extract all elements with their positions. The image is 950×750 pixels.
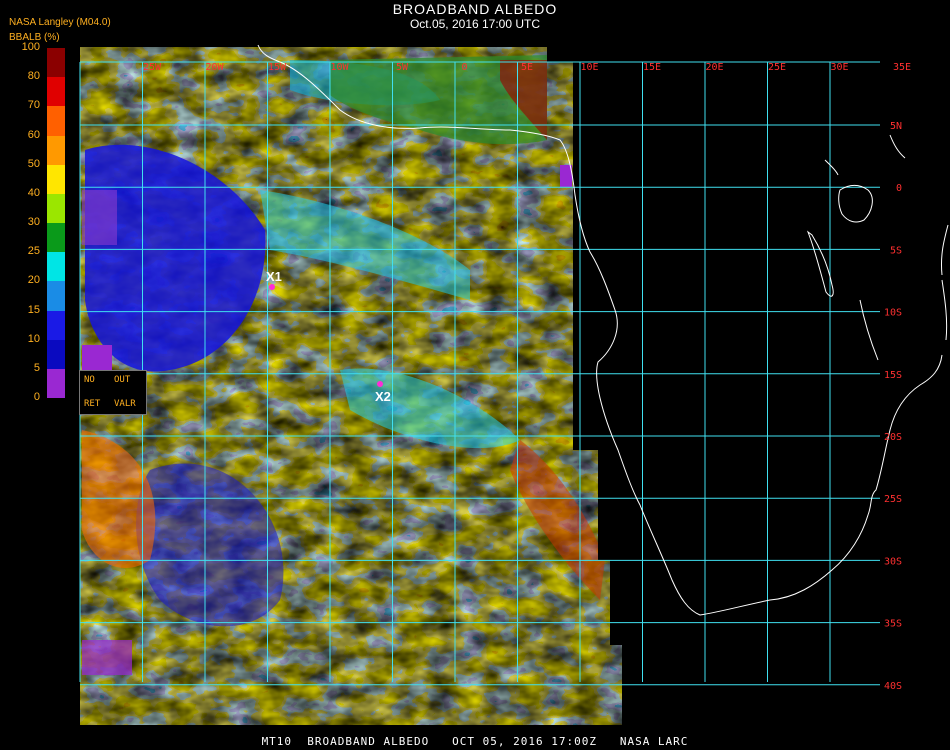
page-subtitle: Oct.05, 2016 17:00 UTC [409,17,541,31]
legend-tick-70: 70 [27,99,40,112]
lat-label: 20S [884,432,902,443]
legend-tick-15: 15 [27,303,40,316]
legend-tick-80: 80 [27,70,40,83]
flag-no: NO [84,375,95,385]
marker-x1-label: X1 [266,269,282,284]
legend-tick-0: 0 [33,391,40,403]
color-swatch [47,164,65,195]
lon-label: 10W [330,62,349,73]
lat-label: 0 [896,183,902,194]
color-swatch [47,77,65,107]
color-bar [47,48,65,399]
color-swatch [47,193,65,224]
lon-label: 5W [396,62,409,73]
marker-x2-label: X2 [375,389,391,404]
lon-label: 25W [143,62,162,73]
color-swatch [47,135,65,166]
color-swatch [47,339,65,370]
lat-label: 5S [890,245,902,256]
color-swatch [47,368,65,399]
color-swatch [47,310,65,341]
lon-label: 30E [830,62,848,73]
footer-caption: MT10 BROADBAND ALBEDO OCT 05, 2016 17:00… [261,735,689,748]
lat-label: 5N [890,121,902,132]
lon-label: 5E [521,62,533,73]
color-swatch [47,106,65,136]
flag-valr: VALR [114,399,136,409]
legend-ticks: 100 80 70 60 50 40 30 25 20 15 10 5 0 [0,0,45,420]
page-title: BROADBAND ALBEDO [392,1,558,17]
lat-label: 10S [884,308,902,319]
legend-tick-30: 30 [27,216,40,228]
color-swatch [47,281,65,311]
color-swatch [47,48,65,78]
lon-label: 15W [268,62,287,73]
lon-label: 20E [705,62,723,73]
color-swatch [47,252,65,282]
lat-label: 35S [884,619,902,630]
legend-tick-25: 25 [27,245,40,258]
legend-tick-20: 20 [27,274,40,287]
satellite-swath [80,47,622,725]
lat-label: 15S [884,370,902,381]
lon-label: 10E [580,62,598,73]
flag-legend: NO OUT RET VALR [79,370,147,415]
flag-out: OUT [114,375,131,385]
color-swatch [47,223,65,253]
legend-tick-10: 10 [27,332,40,345]
legend-tick-60: 60 [27,128,40,141]
flag-ret: RET [84,399,101,409]
lon-label: 20W [205,62,224,73]
legend-tick-100: 100 [21,41,40,53]
lon-label: 15E [643,62,661,73]
lat-label: 30S [884,556,902,567]
lat-label: 25S [884,494,902,505]
legend-tick-50: 50 [27,157,40,170]
legend-tick-40: 40 [27,186,40,199]
lon-label: 35E [893,62,911,73]
lon-label: 0 [461,62,467,73]
legend-tick-5: 5 [33,361,40,374]
lon-label: 25E [768,62,786,73]
lat-label: 40S [884,681,902,692]
